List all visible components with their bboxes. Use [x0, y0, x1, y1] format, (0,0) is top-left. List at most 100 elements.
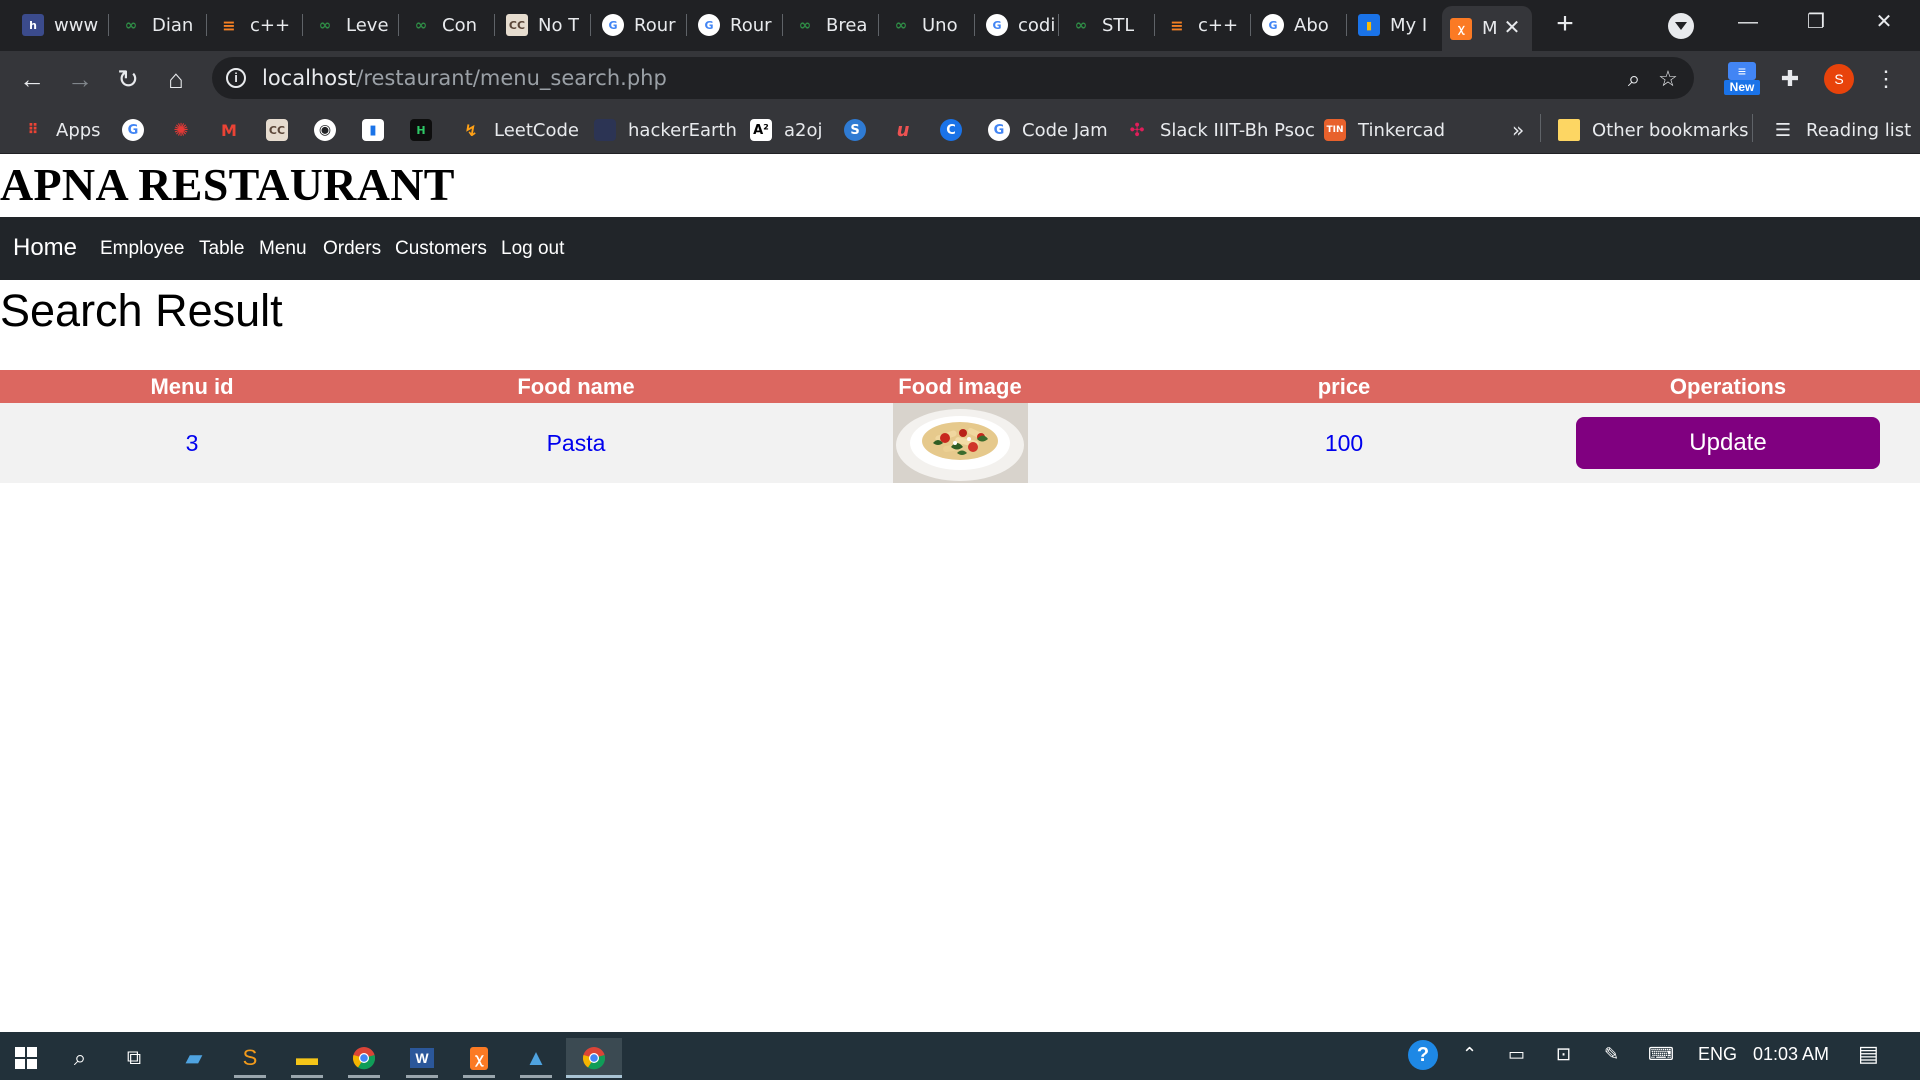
task-view-icon[interactable]: ⧉ — [110, 1038, 158, 1078]
tinkercad-icon: TIN — [1324, 119, 1346, 141]
home-icon[interactable]: ⌂ — [160, 63, 192, 95]
browser-tab[interactable]: CC No T — [498, 8, 588, 42]
photos-icon[interactable]: ▲ — [512, 1038, 560, 1078]
battery-icon[interactable]: ▭ — [1508, 1044, 1525, 1065]
bookmark-codechef[interactable]: CC — [266, 116, 288, 144]
bookmarks-bar: ⠿ Apps G ✺ M CC ◉ ▮ H ↯ LeetCode hackerE… — [0, 106, 1920, 154]
address-bar-url[interactable]: localhost/restaurant/menu_search.php — [262, 66, 667, 90]
search-icon[interactable]: ⌕ — [56, 1038, 104, 1078]
close-window-icon[interactable]: ✕ — [1864, 8, 1904, 38]
taskbar-app-icon[interactable]: ▰ — [170, 1038, 218, 1078]
codeforces-icon: C — [940, 119, 962, 141]
network-icon[interactable]: ⊡ — [1556, 1044, 1571, 1065]
browser-toolbar: ← → ↻ ⌂ i localhost/restaurant/menu_sear… — [0, 51, 1920, 106]
bookmark-hackerearth[interactable]: hackerEarth — [594, 116, 737, 144]
bookmark-star-icon[interactable]: ☆ — [1654, 65, 1682, 93]
windows-start-icon[interactable] — [2, 1038, 50, 1078]
profile-avatar[interactable]: S — [1824, 64, 1854, 94]
keyboard-icon[interactable]: ⌨ — [1648, 1044, 1674, 1065]
bookmark-a2oj[interactable]: A² a2oj — [750, 116, 823, 144]
taskbar-clock[interactable]: 01:03 AM — [1753, 1044, 1829, 1065]
help-icon[interactable]: ? — [1408, 1040, 1438, 1070]
bookmark-s[interactable]: S — [844, 116, 866, 144]
more-bookmarks-button[interactable]: » — [1512, 116, 1524, 144]
food-image-pasta — [893, 403, 1028, 483]
xampp-icon[interactable]: ꭓ — [455, 1038, 503, 1078]
notifications-icon[interactable]: ▤ — [1858, 1041, 1879, 1067]
nav-menu[interactable]: Menu — [259, 238, 307, 260]
bookmark-apps[interactable]: ⠿ Apps — [22, 116, 101, 144]
nav-customers[interactable]: Customers — [395, 238, 487, 260]
site-info-icon[interactable]: i — [226, 68, 246, 88]
header-food-name: Food name — [517, 374, 635, 399]
restaurant-brand: APNA RESTAURANT — [0, 159, 455, 210]
bookmark-code-jam[interactable]: G Code Jam — [988, 116, 1108, 144]
browser-tab[interactable]: ∞ STL — [1062, 8, 1152, 42]
new-tab-button[interactable]: + — [1548, 8, 1582, 42]
bookmark-hackerrank[interactable]: H — [410, 116, 432, 144]
browser-tab[interactable]: G codi — [978, 8, 1068, 42]
browser-tab[interactable]: ▮ My I — [1350, 8, 1440, 42]
cell-price: 100 — [1324, 430, 1364, 456]
extensions-puzzle-icon[interactable]: ✚ — [1776, 65, 1804, 93]
zoom-icon[interactable]: ⌕ — [1620, 65, 1648, 93]
browser-tab[interactable]: ∞ Dian — [112, 8, 202, 42]
tab-search-icon[interactable] — [1668, 13, 1694, 39]
bookmark-udemy[interactable]: u — [892, 116, 914, 144]
browser-tab[interactable]: ≡ c++ — [1158, 8, 1248, 42]
browser-tab[interactable]: G Rour — [594, 8, 684, 42]
bookmark-codeforces[interactable]: C — [940, 116, 962, 144]
nav-home[interactable]: Home — [13, 234, 77, 262]
minimize-window-icon[interactable]: — — [1728, 8, 1768, 38]
extension-new-icon[interactable]: ≡ New — [1724, 62, 1760, 98]
browser-tab[interactable]: h www — [14, 8, 104, 42]
bookmark-leetcode[interactable]: ↯ LeetCode — [460, 116, 579, 144]
google-icon: G — [698, 14, 720, 36]
browser-tab[interactable]: G Abo — [1254, 8, 1344, 42]
update-button[interactable]: Update — [1576, 417, 1880, 469]
udemy-icon: u — [896, 119, 910, 141]
other-bookmarks[interactable]: Other bookmarks — [1558, 116, 1748, 144]
chrome-active-icon[interactable] — [566, 1038, 622, 1078]
language-indicator[interactable]: ENG — [1698, 1044, 1737, 1065]
codechef-icon: CC — [506, 14, 528, 36]
bookmark-github[interactable]: ◉ — [314, 116, 336, 144]
chevron-up-icon[interactable]: ⌃ — [1462, 1044, 1477, 1065]
restore-window-icon[interactable]: ❐ — [1796, 8, 1836, 38]
pen-icon[interactable]: ✎ — [1604, 1044, 1619, 1065]
google-icon: G — [986, 14, 1008, 36]
browser-tab[interactable]: ∞ Leve — [306, 8, 396, 42]
browser-tab[interactable]: G Rour — [690, 8, 780, 42]
browser-tab[interactable]: ≡ c++ — [210, 8, 300, 42]
browser-tab-active[interactable]: ꭓ M ✕ — [1442, 6, 1532, 51]
reload-icon[interactable]: ↻ — [112, 63, 144, 95]
nav-employee[interactable]: Employee — [100, 238, 185, 260]
bookmark-gmail[interactable]: M — [218, 116, 240, 144]
bookmark-google[interactable]: G — [122, 116, 144, 144]
back-arrow-icon[interactable]: ← — [16, 63, 48, 95]
sublime-text-icon[interactable]: S — [226, 1038, 274, 1078]
nav-logout[interactable]: Log out — [501, 238, 564, 260]
address-bar[interactable]: i localhost/restaurant/menu_search.php ⌕… — [212, 57, 1694, 99]
browser-tab[interactable]: ∞ Con — [402, 8, 492, 42]
reading-list[interactable]: ☰ Reading list — [1772, 116, 1911, 144]
bookmark-tinkercad[interactable]: TIN Tinkercad — [1324, 116, 1445, 144]
nav-table[interactable]: Table — [199, 238, 244, 260]
bookmark-slack[interactable]: ✣ Slack IIIT-Bh Psoc — [1126, 116, 1314, 144]
bookmark-codechef-bug[interactable]: ✺ — [170, 116, 192, 144]
nav-orders[interactable]: Orders — [323, 238, 381, 260]
chrome-icon[interactable] — [340, 1038, 388, 1078]
word-icon[interactable]: W — [398, 1038, 446, 1078]
hackerearth-icon — [594, 119, 616, 141]
browser-tab[interactable]: ∞ Brea — [786, 8, 876, 42]
file-explorer-icon[interactable]: ▬ — [283, 1038, 331, 1078]
main-navbar: Home Employee Table Menu Orders Customer… — [0, 217, 1920, 280]
close-tab-icon[interactable]: ✕ — [1502, 17, 1522, 37]
bookmark-chart[interactable]: ▮ — [362, 116, 384, 144]
browser-tab[interactable]: ∞ Uno — [882, 8, 972, 42]
forward-arrow-icon[interactable]: → — [64, 63, 96, 95]
browser-tab-strip: h www ∞ Dian ≡ c++ ∞ Leve ∞ Con CC No T … — [0, 0, 1920, 51]
menu-kebab-icon[interactable]: ⋮ — [1872, 65, 1900, 93]
header-food-image: Food image — [898, 374, 1022, 399]
header-price: price — [1317, 374, 1371, 399]
